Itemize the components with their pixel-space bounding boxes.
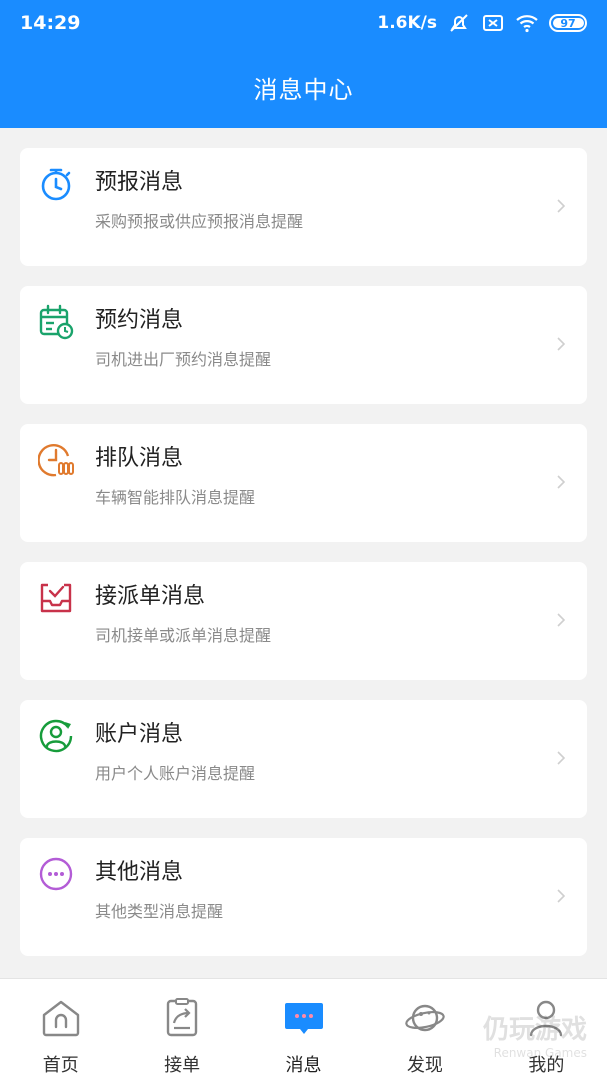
tab-label: 发现: [406, 1055, 443, 1076]
status-icons: 1.6K/s 97: [377, 11, 587, 35]
battery-icon: 97: [549, 14, 587, 32]
network-speed: 1.6K/s: [377, 13, 437, 33]
tab-discover[interactable]: 发现: [364, 979, 485, 1080]
message-item-forecast[interactable]: 预报消息 采购预报或供应预报消息提醒: [20, 148, 587, 266]
message-item-desc: 其他类型消息提醒: [95, 902, 224, 921]
message-item-dispatch[interactable]: 接派单消息 司机接单或派单消息提醒: [20, 562, 587, 680]
message-item-desc: 用户个人账户消息提醒: [95, 764, 256, 783]
chevron-right-icon: [557, 475, 566, 489]
inbox-check-icon: [40, 583, 72, 613]
message-item-title: 接派单消息: [95, 584, 206, 609]
queue-clock-icon: [38, 444, 74, 477]
message-item-title: 其他消息: [95, 860, 184, 885]
user-refresh-icon: [39, 719, 73, 753]
watermark-sub: Renwan Games: [493, 1046, 587, 1060]
status-bar: 14:29 1.6K/s 97: [0, 0, 607, 46]
message-item-reservation[interactable]: 预约消息 司机进出厂预约消息提醒: [20, 286, 587, 404]
sim-x-icon: [483, 15, 503, 31]
message-item-queue[interactable]: 排队消息 车辆智能排队消息提醒: [20, 424, 587, 542]
message-item-desc: 车辆智能排队消息提醒: [95, 488, 256, 507]
battery-level: 97: [560, 16, 576, 30]
tab-messages[interactable]: 消息: [243, 979, 364, 1080]
tab-home[interactable]: 首页: [0, 979, 121, 1080]
page-title: 消息中心: [253, 76, 354, 104]
message-item-title: 排队消息: [95, 446, 184, 471]
message-item-other[interactable]: 其他消息 其他类型消息提醒: [20, 838, 587, 956]
status-time: 14:29: [20, 12, 81, 34]
chevron-right-icon: [557, 613, 566, 627]
wifi-icon: [516, 15, 538, 33]
tab-label: 接单: [164, 1055, 201, 1076]
tab-label: 首页: [42, 1055, 79, 1076]
message-item-desc: 采购预报或供应预报消息提醒: [95, 212, 304, 231]
message-item-title: 账户消息: [95, 722, 184, 747]
watermark: 仍玩游戏 Renwan Games: [483, 1009, 587, 1060]
message-item-title: 预约消息: [95, 308, 184, 333]
message-item-desc: 司机进出厂预约消息提醒: [95, 350, 272, 369]
message-list: 预报消息 采购预报或供应预报消息提醒 预约消息 司机进出厂预约消息提醒 排队消息…: [20, 148, 587, 976]
message-item-account[interactable]: 账户消息 用户个人账户消息提醒: [20, 700, 587, 818]
chevron-right-icon: [557, 751, 566, 765]
watermark-main: 仍玩游戏: [482, 1015, 587, 1045]
stopwatch-icon: [41, 168, 71, 201]
planet-icon: [405, 1004, 445, 1032]
app-header: 14:29 1.6K/s 97 消息中心: [0, 0, 607, 128]
message-item-desc: 司机接单或派单消息提醒: [95, 626, 272, 645]
tab-orders[interactable]: 接单: [121, 979, 242, 1080]
more-dots-icon: [39, 857, 73, 891]
chevron-right-icon: [557, 199, 566, 213]
message-item-title: 预报消息: [95, 170, 184, 195]
mute-bell-icon: [450, 14, 468, 32]
chevron-right-icon: [557, 337, 566, 351]
message-icon: [284, 1003, 323, 1034]
order-icon: [166, 998, 198, 1037]
chevron-right-icon: [557, 889, 566, 903]
calendar-clock-icon: [39, 304, 74, 340]
tab-label: 消息: [285, 1055, 322, 1076]
home-icon: [42, 1000, 79, 1037]
